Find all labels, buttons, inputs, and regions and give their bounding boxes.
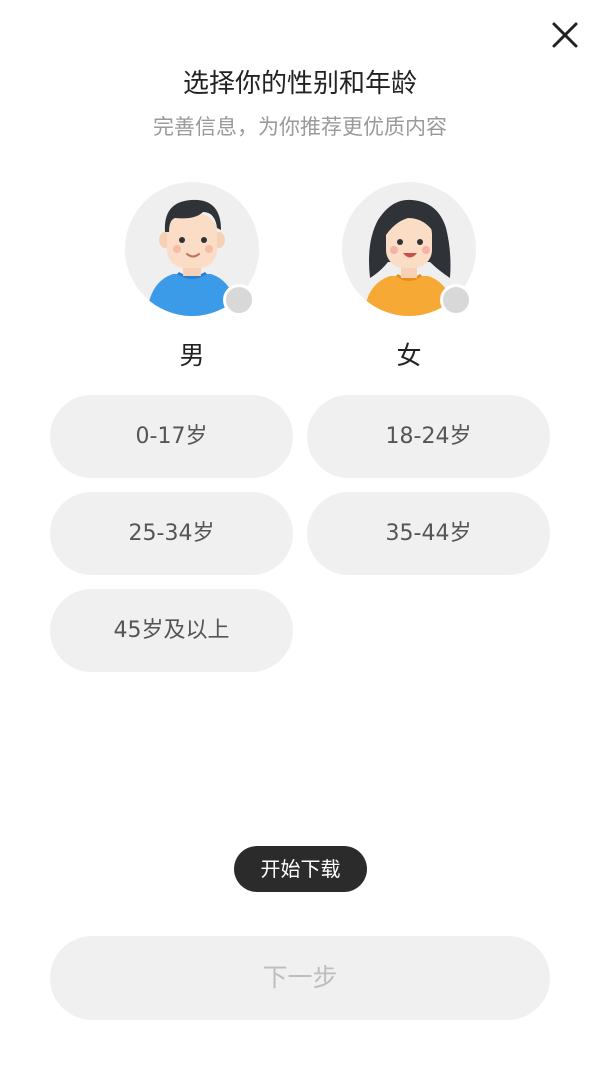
male-radio[interactable]	[223, 284, 255, 316]
page-title: 选择你的性别和年龄	[182, 69, 417, 99]
male-avatar	[125, 182, 259, 316]
gender-option-male[interactable]: 男	[122, 182, 262, 372]
age-option-35-44[interactable]: 35-44岁	[307, 492, 550, 575]
female-radio[interactable]	[440, 284, 472, 316]
age-option-0-17[interactable]: 0-17岁	[50, 395, 293, 478]
gender-option-female[interactable]: 女	[339, 182, 479, 372]
female-avatar	[342, 182, 476, 316]
gender-label-male: 男	[179, 341, 205, 370]
age-option-25-34[interactable]: 25-34岁	[50, 492, 293, 575]
age-option-45-plus[interactable]: 45岁及以上	[50, 589, 293, 672]
download-toast: 开始下载	[234, 846, 367, 892]
close-icon	[552, 22, 578, 48]
gender-label-female: 女	[396, 341, 422, 370]
close-button[interactable]	[548, 18, 582, 52]
next-button[interactable]: 下一步	[50, 936, 550, 1020]
age-option-18-24[interactable]: 18-24岁	[307, 395, 550, 478]
page-subtitle: 完善信息，为你推荐更优质内容	[153, 115, 447, 139]
